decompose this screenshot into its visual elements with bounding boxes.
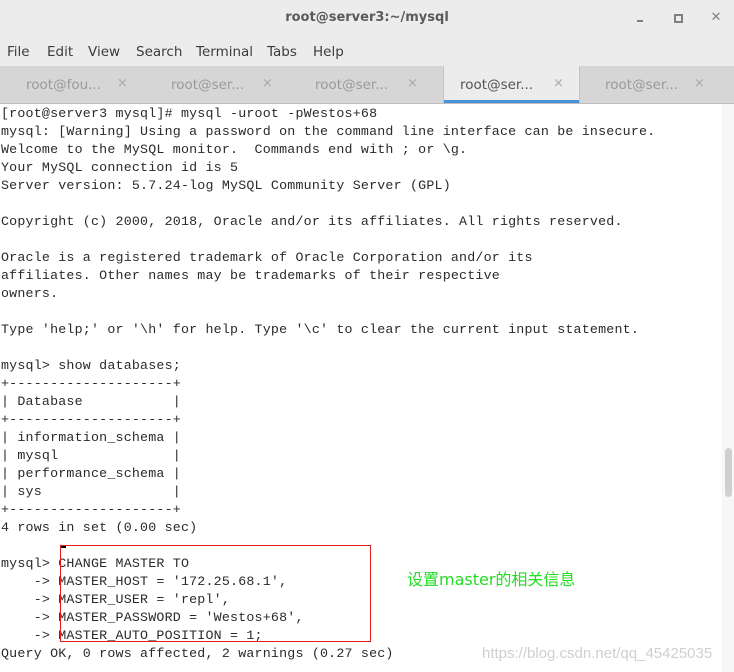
terminal-line: Your MySQL connection id is 5 <box>1 160 239 175</box>
tab-1[interactable]: root@fou... × <box>0 66 144 103</box>
close-window-button[interactable]: ✕ <box>708 10 724 26</box>
menu-edit[interactable]: Edit <box>47 44 73 60</box>
tab-4-active[interactable]: root@ser... × <box>443 66 580 103</box>
tab-label: root@ser... <box>460 77 534 93</box>
terminal-line: | performance_schema | <box>1 466 181 481</box>
menu-file[interactable]: File <box>7 44 30 60</box>
menu-terminal[interactable]: Terminal <box>196 44 253 60</box>
menu-bar: File Edit View Search Terminal Tabs Help <box>0 36 734 66</box>
terminal-line: | sys | <box>1 484 181 499</box>
menu-view[interactable]: View <box>88 44 120 60</box>
tab-label: root@ser... <box>605 77 679 93</box>
terminal-line: mysql> show databases; <box>1 358 181 373</box>
terminal-line: | mysql | <box>1 448 181 463</box>
terminal-line: mysql: [Warning] Using a password on the… <box>1 124 656 139</box>
terminal-line: Query OK, 0 rows affected, 2 warnings (0… <box>1 646 394 661</box>
terminal-line: owners. <box>1 286 59 301</box>
tab-3[interactable]: root@ser... × <box>290 66 434 103</box>
scrollbar-track[interactable] <box>722 104 734 672</box>
terminal-line: Oracle is a registered trademark of Orac… <box>1 250 533 265</box>
terminal-line: | Database | <box>1 394 181 409</box>
terminal-line: Copyright (c) 2000, 2018, Oracle and/or … <box>1 214 623 229</box>
terminal-line: [root@server3 mysql]# mysql -uroot -pWes… <box>1 106 378 121</box>
terminal-line: +--------------------+ <box>1 502 181 517</box>
tab-bar: root@fou... × root@ser... × root@ser... … <box>0 66 734 104</box>
maximize-button[interactable] <box>670 10 686 26</box>
terminal-line: Server version: 5.7.24-log MySQL Communi… <box>1 178 451 193</box>
terminal-line: Welcome to the MySQL monitor. Commands e… <box>1 142 468 157</box>
watermark: https://blog.csdn.net/qq_45425035 <box>482 645 713 662</box>
tab-label: root@fou... <box>26 77 102 93</box>
tab-close-icon[interactable]: × <box>553 76 564 91</box>
scrollbar-thumb[interactable] <box>725 448 732 497</box>
window-title: root@server3:~/mysql <box>285 10 449 25</box>
terminal-line: Type 'help;' or '\h' for help. Type '\c'… <box>1 322 639 337</box>
tab-2[interactable]: root@ser... × <box>145 66 289 103</box>
terminal-line: affiliates. Other names may be trademark… <box>1 268 500 283</box>
tab-5[interactable]: root@ser... × <box>580 66 724 103</box>
minimize-button[interactable] <box>632 10 648 26</box>
menu-tabs[interactable]: Tabs <box>267 44 297 60</box>
tab-close-icon[interactable]: × <box>407 76 418 91</box>
menu-search[interactable]: Search <box>136 44 182 60</box>
terminal-line: 4 rows in set (0.00 sec) <box>1 520 198 535</box>
title-bar: root@server3:~/mysql ✕ <box>0 0 734 36</box>
terminal-line: +--------------------+ <box>1 376 181 391</box>
terminal-line: +--------------------+ <box>1 412 181 427</box>
tab-close-icon[interactable]: × <box>117 76 128 91</box>
tab-close-icon[interactable]: × <box>694 76 705 91</box>
menu-help[interactable]: Help <box>313 44 344 60</box>
tab-label: root@ser... <box>315 77 389 93</box>
tab-close-icon[interactable]: × <box>262 76 273 91</box>
highlight-box <box>60 545 371 642</box>
terminal-line: | information_schema | <box>1 430 181 445</box>
tab-label: root@ser... <box>171 77 245 93</box>
annotation-text: 设置master的相关信息 <box>407 570 576 589</box>
